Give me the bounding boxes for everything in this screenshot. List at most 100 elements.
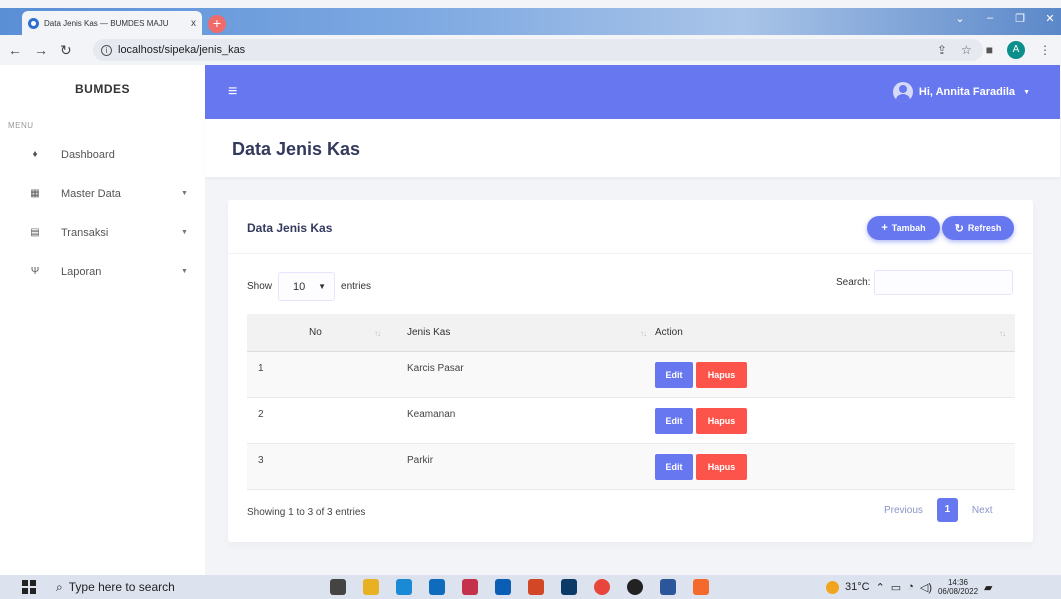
plus-icon: + <box>881 222 888 234</box>
sidebar-item-label: Dashboard <box>61 148 115 161</box>
card-title: Data Jenis Kas <box>247 221 333 235</box>
refresh-icon: ↻ <box>954 222 964 235</box>
row-actions: Edit Hapus <box>655 362 747 388</box>
table-search: Search: <box>836 270 1014 295</box>
restore-icon[interactable]: ❐ <box>1013 12 1027 25</box>
jenis-kas-table: No ↑↓ Jenis Kas ↑↓ Action ↑↓ 1 Karcis Pa… <box>247 314 1015 490</box>
pagination: Previous 1 Next <box>876 498 1000 522</box>
delete-button[interactable]: Hapus <box>696 408 747 434</box>
sort-icon[interactable]: ↑↓ <box>999 329 1006 338</box>
chevron-down-icon: ▼ <box>318 282 327 291</box>
taskbar-clock[interactable]: 14:36 06/08/2022 <box>938 578 978 596</box>
back-arrow-icon[interactable]: ← <box>8 42 22 59</box>
sidebar-item-label: Transaksi <box>61 226 109 239</box>
edit-button[interactable]: Edit <box>655 408 693 434</box>
refresh-button-label: Refresh <box>967 223 1002 233</box>
column-header-no[interactable]: No <box>309 327 322 338</box>
app-icon[interactable] <box>462 579 478 595</box>
edge-icon[interactable] <box>396 579 412 595</box>
photoshop-icon[interactable] <box>561 579 577 595</box>
cell-no: 1 <box>258 363 264 374</box>
clock-time: 14:36 <box>947 578 969 587</box>
system-tray: 31°C ⌃ ▭ ◔ ◁) 14:36 06/08/2022 ▰ <box>826 575 993 599</box>
sort-icon[interactable]: ↑↓ <box>374 329 381 338</box>
column-header-action[interactable]: Action <box>655 327 683 338</box>
sidepanel-icon[interactable]: ■ <box>986 43 993 57</box>
file-explorer-icon[interactable] <box>363 579 379 595</box>
task-view-icon[interactable] <box>330 579 346 595</box>
menu-caption: MENU <box>8 121 34 130</box>
pagination-next[interactable]: Next <box>964 505 1001 516</box>
pagination-page-1[interactable]: 1 <box>936 498 958 522</box>
forward-arrow-icon[interactable]: → <box>34 42 48 59</box>
new-tab-button[interactable]: + <box>208 15 226 33</box>
caret-down-icon: ▼ <box>1023 88 1030 96</box>
volume-icon[interactable]: ◁) <box>920 581 932 594</box>
cell-no: 3 <box>258 455 264 466</box>
sidebar-item-dashboard[interactable]: ♦ Dashboard <box>0 135 205 174</box>
sidebar: BUMDES MENU ♦ Dashboard ▦ Master Data ▼ … <box>0 65 205 575</box>
network-icon[interactable]: ◔ <box>907 581 914 593</box>
profile-avatar[interactable]: A <box>1007 41 1025 59</box>
delete-button[interactable]: Hapus <box>696 454 747 480</box>
search-icon: ⌕ <box>56 579 63 594</box>
reload-icon[interactable]: ↻ <box>60 42 72 59</box>
windows-start-icon[interactable] <box>22 580 36 594</box>
cell-jenis-kas: Keamanan <box>407 409 456 420</box>
sidebar-item-laporan[interactable]: Ψ Laporan ▼ <box>0 252 205 291</box>
tab-close-icon[interactable]: x <box>191 18 196 29</box>
word-icon[interactable] <box>660 579 676 595</box>
table-row: 2 Keamanan Edit Hapus <box>247 398 1015 444</box>
tray-chevron-up-icon[interactable]: ⌃ <box>876 581 885 594</box>
xampp-icon[interactable] <box>693 579 709 595</box>
sidebar-item-transaksi[interactable]: ▤ Transaksi ▼ <box>0 213 205 252</box>
media-player-icon[interactable] <box>627 579 643 595</box>
store-icon[interactable] <box>429 579 445 595</box>
page-title: Data Jenis Kas <box>232 139 361 159</box>
add-button[interactable]: + Tambah <box>867 216 940 240</box>
more-menu-icon[interactable]: ⋮ <box>1039 43 1051 57</box>
taskbar-apps <box>330 579 709 595</box>
taskbar-search[interactable]: ⌕ Type here to search <box>46 575 326 599</box>
tab-title: Data Jenis Kas — BUMDES MAJU <box>44 18 169 28</box>
section-header: Data Jenis Kas <box>205 119 1060 177</box>
delete-button[interactable]: Hapus <box>696 362 747 388</box>
row-actions: Edit Hapus <box>655 408 747 434</box>
brand-logo[interactable]: BUMDES <box>0 65 205 113</box>
info-icon[interactable]: i <box>101 44 112 56</box>
table-info: Showing 1 to 3 of 3 entries <box>247 507 366 518</box>
powerpoint-icon[interactable] <box>528 579 544 595</box>
caret-down-icon: ▼ <box>181 268 188 275</box>
pagination-previous[interactable]: Previous <box>876 505 931 516</box>
user-dropdown[interactable]: Hi, Annita Faradila ▼ <box>892 82 1030 102</box>
minimize-icon[interactable]: – <box>983 12 997 25</box>
search-input[interactable] <box>874 270 1014 295</box>
weather-icon[interactable] <box>826 580 839 594</box>
mail-icon[interactable] <box>495 579 511 595</box>
battery-icon[interactable]: ▭ <box>891 581 901 594</box>
data-card: Data Jenis Kas + Tambah ↻ Refresh Show 1… <box>228 200 1033 542</box>
chevron-down-icon[interactable]: ⌄ <box>953 12 967 25</box>
edit-button[interactable]: Edit <box>655 362 693 388</box>
star-icon[interactable]: ☆ <box>961 43 972 57</box>
column-header-jenis-kas[interactable]: Jenis Kas <box>407 327 450 338</box>
caret-down-icon: ▼ <box>181 190 188 197</box>
browser-tab[interactable]: Data Jenis Kas — BUMDES MAJU x <box>22 11 202 35</box>
entries-select[interactable]: 10 ▼ <box>278 272 336 301</box>
edit-button[interactable]: Edit <box>655 454 693 480</box>
cell-jenis-kas: Karcis Pasar <box>407 363 464 374</box>
chrome-icon[interactable] <box>594 579 610 595</box>
sort-icon[interactable]: ↑↓ <box>640 329 647 338</box>
table-header: No ↑↓ Jenis Kas ↑↓ Action ↑↓ <box>247 314 1015 352</box>
sidebar-item-label: Master Data <box>61 187 121 200</box>
url-field[interactable]: i localhost/sipeka/jenis_kas <box>93 39 983 61</box>
share-icon[interactable]: ⇪ <box>937 43 947 57</box>
search-label: Search: <box>836 277 871 288</box>
sidebar-item-label: Laporan <box>61 265 102 278</box>
clock-date: 06/08/2022 <box>937 587 979 596</box>
hamburger-menu-icon[interactable]: ≡ <box>228 84 237 100</box>
refresh-button[interactable]: ↻ Refresh <box>942 216 1014 240</box>
sidebar-item-master-data[interactable]: ▦ Master Data ▼ <box>0 174 205 213</box>
close-icon[interactable]: ✕ <box>1043 12 1057 25</box>
notification-icon[interactable]: ▰ <box>984 581 992 594</box>
